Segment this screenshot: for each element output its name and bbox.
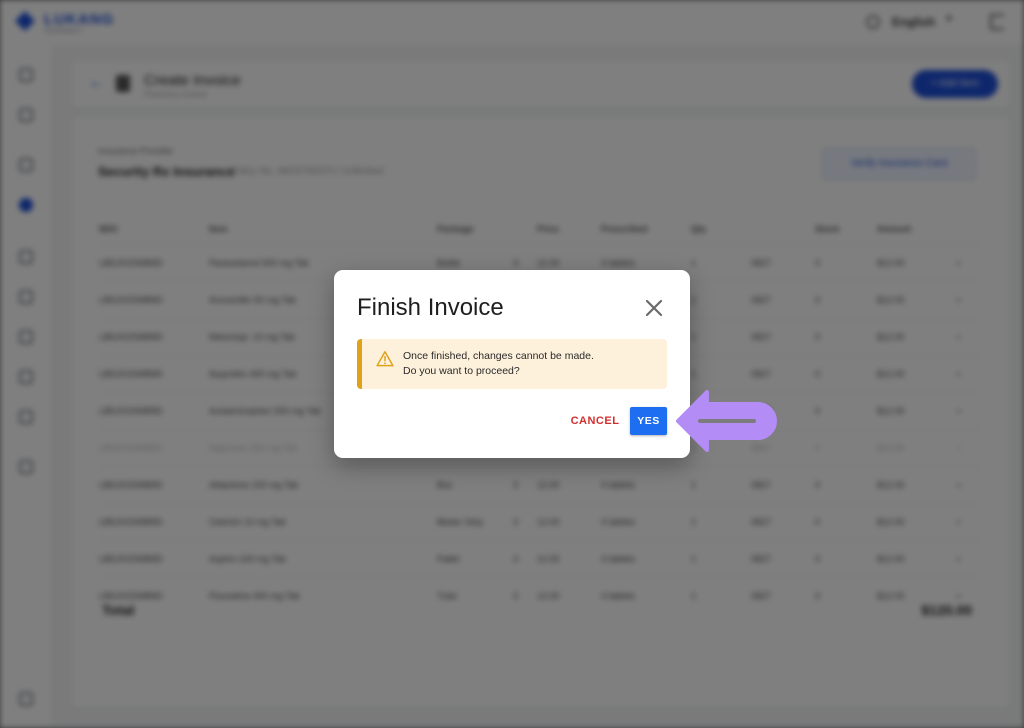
close-button[interactable] [642,296,666,320]
yes-button[interactable]: YES [630,407,667,435]
warning-alert: Once finished, changes cannot be made. D… [357,339,667,389]
alert-message-line-1: Once finished, changes cannot be made. [403,350,594,362]
alert-message-line-2: Do you want to proceed? [403,365,520,377]
cancel-button[interactable]: CANCEL [564,408,626,434]
close-icon [645,299,663,317]
finish-invoice-dialog: Finish Invoice Once finished, changes ca… [334,270,690,458]
pointer-arrow-icon [676,390,777,452]
warning-triangle-icon [376,351,394,367]
dialog-title: Finish Invoice [357,294,504,321]
